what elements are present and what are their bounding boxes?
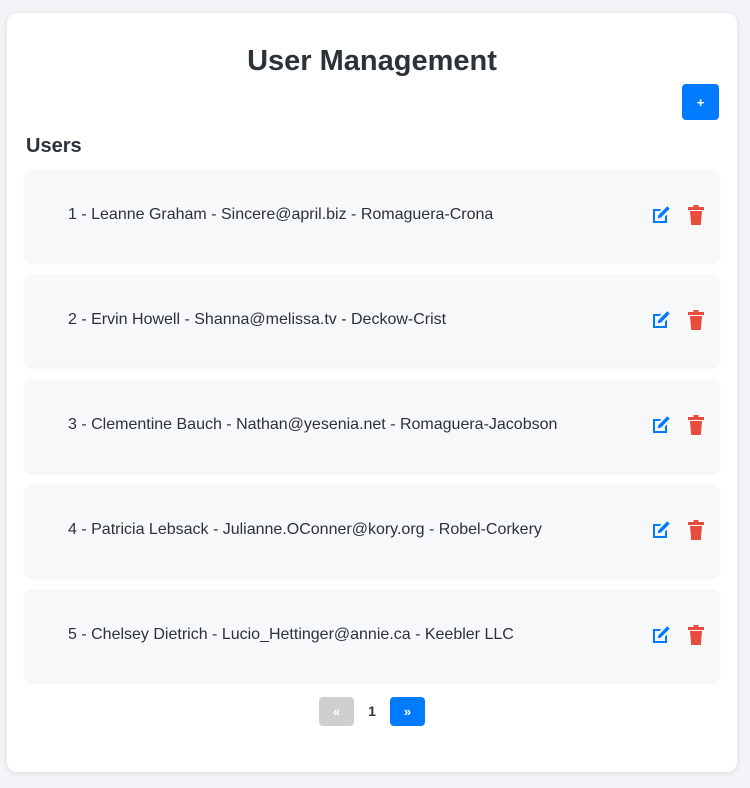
trash-icon bbox=[688, 520, 704, 540]
user-row: 4 - Patricia Lebsack - Julianne.OConner@… bbox=[25, 485, 719, 577]
user-info: 1 - Leanne Graham - Sincere@april.biz - … bbox=[68, 206, 494, 223]
user-list: 1 - Leanne Graham - Sincere@april.biz - … bbox=[25, 170, 719, 695]
trash-icon bbox=[688, 205, 704, 225]
previous-page-button[interactable]: « bbox=[319, 697, 354, 726]
user-row: 2 - Ervin Howell - Shanna@melissa.tv - D… bbox=[25, 275, 719, 367]
edit-user-button[interactable] bbox=[649, 413, 673, 437]
delete-user-button[interactable] bbox=[684, 308, 708, 332]
edit-icon bbox=[653, 206, 670, 223]
users-heading: Users bbox=[26, 135, 82, 157]
trash-icon bbox=[688, 310, 704, 330]
edit-icon bbox=[653, 521, 670, 538]
edit-user-button[interactable] bbox=[649, 203, 673, 227]
user-info: 4 - Patricia Lebsack - Julianne.OConner@… bbox=[68, 521, 542, 538]
current-page-number: 1 bbox=[368, 703, 376, 719]
next-page-button[interactable]: » bbox=[390, 697, 425, 726]
edit-user-button[interactable] bbox=[649, 623, 673, 647]
page-title: User Management bbox=[247, 45, 497, 77]
delete-user-button[interactable] bbox=[684, 413, 708, 437]
trash-icon bbox=[688, 625, 704, 645]
user-row: 1 - Leanne Graham - Sincere@april.biz - … bbox=[25, 170, 719, 262]
delete-user-button[interactable] bbox=[684, 623, 708, 647]
edit-user-button[interactable] bbox=[649, 308, 673, 332]
user-management-card: User Management + Users 1 - Leanne Graha… bbox=[7, 13, 737, 772]
user-info: 3 - Clementine Bauch - Nathan@yesenia.ne… bbox=[68, 416, 558, 433]
user-row: 3 - Clementine Bauch - Nathan@yesenia.ne… bbox=[25, 380, 719, 472]
trash-icon bbox=[688, 415, 704, 435]
user-row: 5 - Chelsey Dietrich - Lucio_Hettinger@a… bbox=[25, 590, 719, 682]
user-info: 5 - Chelsey Dietrich - Lucio_Hettinger@a… bbox=[68, 626, 514, 643]
edit-user-button[interactable] bbox=[649, 518, 673, 542]
edit-icon bbox=[653, 311, 670, 328]
user-info: 2 - Ervin Howell - Shanna@melissa.tv - D… bbox=[68, 311, 447, 328]
delete-user-button[interactable] bbox=[684, 518, 708, 542]
edit-icon bbox=[653, 626, 670, 643]
delete-user-button[interactable] bbox=[684, 203, 708, 227]
add-user-button[interactable]: + bbox=[682, 84, 719, 120]
edit-icon bbox=[653, 416, 670, 433]
